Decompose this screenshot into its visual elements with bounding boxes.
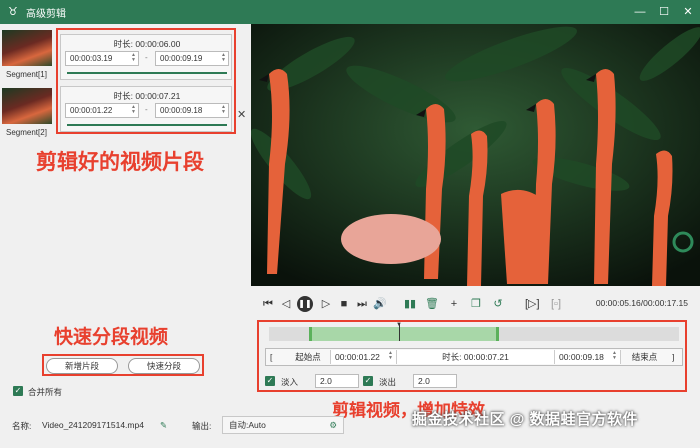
watermark: 掘金技术社区 @ 数据蛙官方软件: [412, 411, 638, 428]
segment-thumbnail: [2, 88, 52, 124]
minimize-icon[interactable]: —: [628, 0, 652, 24]
segment-label: Segment[1]: [6, 70, 47, 79]
pause-icon[interactable]: ❚❚: [297, 296, 313, 312]
segment-start-input[interactable]: 00:00:03.19 ▲ ▼: [65, 51, 139, 66]
trim-duration: 时长: 00:00:07.21: [396, 350, 554, 364]
trim-row: [ 起始点 00:00:01.22 ▲ ▼ 时长: 00:00:07.21 00:…: [265, 348, 683, 366]
segment-duration: 时长: 00:00:07.21: [113, 91, 181, 101]
segment-card-1[interactable]: 时长: 00:00:06.00 00:00:03.19 ▲ ▼ - 00:00:0…: [60, 34, 232, 80]
segment-card-2[interactable]: 时长: 00:00:07.21 00:00:01.22 ▲ ▼ - 00:00:0…: [60, 86, 232, 132]
merge-all-checkbox[interactable]: ✓: [13, 386, 23, 396]
app-logo-icon: ♉: [8, 6, 18, 18]
segment-label: Segment[2]: [6, 128, 47, 137]
range-dash: -: [145, 53, 148, 62]
segment-thumb-1[interactable]: Segment[1]: [0, 28, 54, 84]
start-point-button[interactable]: 起始点: [286, 350, 330, 364]
delete-icon[interactable]: 🗑: [425, 297, 439, 311]
crop-icon[interactable]: [▷]: [525, 297, 540, 311]
copy-icon[interactable]: ❐: [469, 297, 483, 311]
add-segment-button[interactable]: 新增片段: [46, 358, 118, 374]
fullscreen-icon[interactable]: [▫]: [549, 297, 563, 311]
trim-start-input[interactable]: 00:00:01.22: [330, 350, 396, 364]
segments-annotation: 剪辑好的视频片段: [36, 151, 204, 174]
step-back-icon[interactable]: ◁: [279, 297, 293, 311]
skip-end-icon[interactable]: ⏭: [355, 297, 369, 311]
start-bracket[interactable]: [: [270, 350, 272, 364]
window-title: 高级剪辑: [26, 8, 66, 20]
end-point-button[interactable]: 结束点: [620, 350, 668, 364]
quick-split-button[interactable]: 快速分段: [128, 358, 200, 374]
spinner-icon[interactable]: ▲ ▼: [388, 351, 393, 365]
fade-in-label: 淡入: [281, 377, 299, 387]
playhead-marker-icon: ▼: [396, 322, 402, 328]
effects-row: ✓ 淡入 2.0 ✓ 淡出 2.0: [265, 374, 683, 390]
timeline-selection[interactable]: [309, 327, 499, 341]
split-clip-icon[interactable]: ▮▮: [403, 297, 417, 311]
title-bar: ♉ 高级剪辑 — ☐ ✕: [0, 0, 700, 24]
stop-icon[interactable]: ■: [337, 297, 351, 311]
timeline-track[interactable]: ▼: [269, 322, 679, 341]
close-panel-icon[interactable]: ✕: [237, 108, 246, 121]
segment-thumbnail: [2, 30, 52, 66]
trim-end-input[interactable]: 00:00:09.18: [554, 350, 620, 364]
segment-detail-box: 时长: 00:00:06.00 00:00:03.19 ▲ ▼ - 00:00:0…: [56, 28, 236, 134]
spinner-icon[interactable]: ▲ ▼: [131, 105, 136, 115]
segment-duration: 时长: 00:00:06.00: [113, 39, 181, 49]
video-frame: [251, 24, 700, 286]
time-readout: 00:00:05.16/00:00:17.15: [595, 298, 688, 308]
maximize-icon[interactable]: ☐: [652, 0, 676, 24]
segment-start-input[interactable]: 00:00:01.22 ▲ ▼: [65, 103, 139, 118]
file-name: Video_241209171514.mp4: [42, 420, 144, 430]
spinner-icon[interactable]: ▲ ▼: [612, 351, 617, 365]
spinner-icon[interactable]: ▲ ▼: [221, 105, 226, 115]
fade-out-checkbox[interactable]: ✓: [363, 376, 373, 386]
close-icon[interactable]: ✕: [676, 0, 700, 24]
spinner-icon[interactable]: ▲ ▼: [131, 53, 136, 63]
fade-out-input[interactable]: 2.0: [413, 374, 457, 388]
segment-list: Segment[1] Segment[2]: [0, 28, 54, 144]
fade-out-label: 淡出: [379, 377, 397, 387]
reset-icon[interactable]: ↺: [491, 297, 505, 311]
player-controls: ⏮ ◁ ❚❚ ▷ ■ ⏭ 🔊 ▮▮ 🗑 + ❐ ↺ [▷] [▫] 00:00:…: [251, 290, 700, 318]
pencil-icon[interactable]: ✎: [160, 420, 167, 431]
segment-thumb-2[interactable]: Segment[2]: [0, 86, 54, 142]
video-preview[interactable]: [251, 24, 700, 286]
range-dash: -: [145, 105, 148, 114]
merge-all-label: 合并所有: [28, 387, 63, 397]
fade-in-input[interactable]: 2.0: [315, 374, 359, 388]
segment-progress-bar: [67, 72, 227, 74]
add-icon[interactable]: +: [447, 297, 461, 311]
split-button-box: 新增片段 快速分段: [42, 354, 204, 376]
output-path-field[interactable]: 自动:Auto ⚙: [222, 416, 344, 434]
trim-editor: ▼ [ 起始点 00:00:01.22 ▲ ▼ 时长: 00:00:07.21 0…: [257, 320, 687, 392]
split-annotation: 快速分段视频: [54, 327, 169, 348]
end-bracket[interactable]: ]: [672, 350, 674, 364]
segment-end-input[interactable]: 00:00:09.19 ▲ ▼: [155, 51, 229, 66]
spinner-icon[interactable]: ▲ ▼: [221, 53, 226, 63]
gear-icon[interactable]: ⚙: [329, 417, 337, 433]
skip-start-icon[interactable]: ⏮: [261, 297, 275, 311]
name-label: 名称:: [12, 421, 32, 431]
left-panel: Segment[1] Segment[2] 时长: 00:00:06.00 00…: [0, 24, 251, 408]
segment-progress-bar: [67, 124, 227, 126]
output-label: 输出:: [192, 421, 212, 431]
volume-icon[interactable]: 🔊: [373, 297, 387, 311]
segment-end-input[interactable]: 00:00:09.18 ▲ ▼: [155, 103, 229, 118]
step-forward-icon[interactable]: ▷: [319, 297, 333, 311]
fade-in-checkbox[interactable]: ✓: [265, 376, 275, 386]
